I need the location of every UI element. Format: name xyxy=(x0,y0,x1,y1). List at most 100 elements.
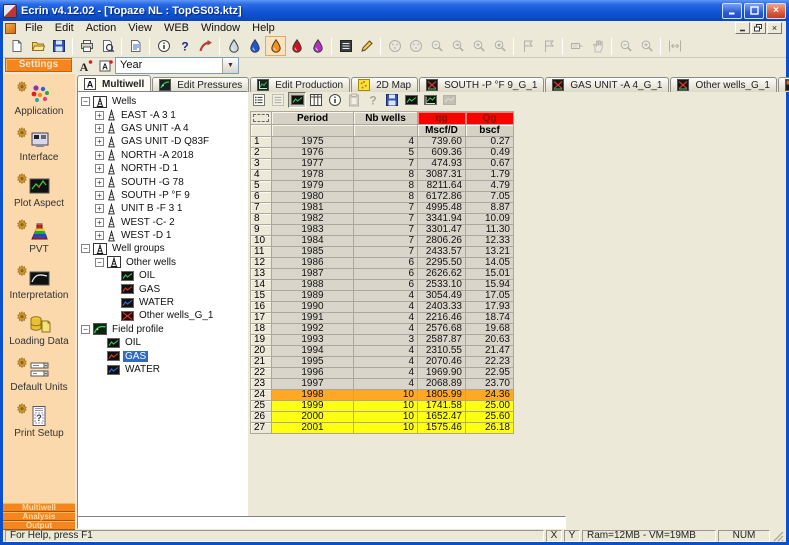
qg-cell[interactable]: 4995.48 xyxy=(418,203,466,214)
nb-wells-cell[interactable]: 10 xyxy=(354,412,418,423)
font-scale-icon[interactable]: A xyxy=(78,58,94,74)
row-number-cell[interactable]: 23 xyxy=(251,379,272,390)
row-number-cell[interactable]: 5 xyxy=(251,181,272,192)
row-number-cell[interactable]: 17 xyxy=(251,313,272,324)
Qg-cell[interactable]: 20.63 xyxy=(466,335,514,346)
nb-wells-cell[interactable]: 4 xyxy=(354,368,418,379)
nb-wells-cell[interactable]: 8 xyxy=(354,181,418,192)
qg-cell[interactable]: 2433.57 xyxy=(418,247,466,258)
menu-view[interactable]: View xyxy=(122,22,158,35)
nb-wells-cell[interactable]: 10 xyxy=(354,401,418,412)
tree-node-east-a-3-1[interactable]: +EAST -A 3 1 xyxy=(81,108,247,121)
maximize-button[interactable] xyxy=(744,3,764,19)
period-cell[interactable]: 1983 xyxy=(272,225,354,236)
sidebar-item-print-setup[interactable]: ?Print Setup xyxy=(3,405,75,451)
period-cell[interactable]: 1986 xyxy=(272,258,354,269)
expander-minus-icon[interactable]: − xyxy=(81,97,90,106)
module-purple-drop-icon[interactable] xyxy=(307,36,328,56)
tree-node-unit-b-f-3-1[interactable]: +UNIT B -F 3 1 xyxy=(81,202,247,215)
cumulative-plot-icon[interactable] xyxy=(421,92,439,108)
nb-wells-cell[interactable]: 8 xyxy=(354,170,418,181)
module-gray-drop-icon[interactable] xyxy=(223,36,244,56)
period-cell[interactable]: 1992 xyxy=(272,324,354,335)
column-header-Qg[interactable]: Qg xyxy=(466,112,514,125)
row-number-cell[interactable]: 2 xyxy=(251,148,272,159)
row-number-cell[interactable]: 13 xyxy=(251,269,272,280)
sidebar-item-pvt[interactable]: PVT xyxy=(3,221,75,267)
tree-node-west-d-1[interactable]: +WEST -D 1 xyxy=(81,229,247,242)
qg-cell[interactable]: 474.93 xyxy=(418,159,466,170)
help-icon[interactable]: ? xyxy=(174,36,195,56)
qg-cell[interactable]: 3341.94 xyxy=(418,214,466,225)
qg-cell[interactable]: 2806.26 xyxy=(418,236,466,247)
nb-wells-cell[interactable]: 7 xyxy=(354,225,418,236)
menu-web[interactable]: WEB xyxy=(158,22,195,35)
Qg-cell[interactable]: 17.05 xyxy=(466,291,514,302)
nb-wells-cell[interactable]: 10 xyxy=(354,423,418,434)
tree-node-other-wells-g-1[interactable]: Other wells_G_1 xyxy=(81,309,247,322)
print-preview-icon[interactable] xyxy=(97,36,118,56)
tab-multiwell[interactable]: AMultiwell xyxy=(77,75,151,92)
sidebar-item-application[interactable]: Application xyxy=(3,83,75,129)
row-number-cell[interactable]: 3 xyxy=(251,159,272,170)
qg-cell[interactable]: 2310.55 xyxy=(418,346,466,357)
period-cell[interactable]: 1997 xyxy=(272,379,354,390)
row-number-cell[interactable]: 8 xyxy=(251,214,272,225)
analysis-button[interactable]: Analysis xyxy=(3,512,75,521)
minimize-button[interactable] xyxy=(722,3,742,19)
expander-plus-icon[interactable]: + xyxy=(95,191,104,200)
open-icon[interactable] xyxy=(27,36,48,56)
qg-cell[interactable]: 1805.99 xyxy=(418,390,466,401)
tab-gas-unit-a-4-g-1[interactable]: GAS UNIT -A 4_G_1 xyxy=(545,77,669,92)
Qg-cell[interactable]: 22.95 xyxy=(466,368,514,379)
menu-action[interactable]: Action xyxy=(80,22,123,35)
tree-node-south-p-f-9[interactable]: +SOUTH -P °F 9 xyxy=(81,189,247,202)
expander-plus-icon[interactable]: + xyxy=(95,204,104,213)
Qg-cell[interactable]: 1.79 xyxy=(466,170,514,181)
menu-file[interactable]: File xyxy=(19,22,49,35)
row-number-cell[interactable]: 22 xyxy=(251,368,272,379)
sidebar-item-interpretation[interactable]: Interpretation xyxy=(3,267,75,313)
rate-plot-icon[interactable] xyxy=(402,92,420,108)
expander-plus-icon[interactable]: + xyxy=(95,151,104,160)
Qg-cell[interactable]: 11.30 xyxy=(466,225,514,236)
qg-cell[interactable]: 2626.62 xyxy=(418,269,466,280)
row-number-cell[interactable]: 16 xyxy=(251,302,272,313)
sidebar-item-interface[interactable]: Interface xyxy=(3,129,75,175)
Qg-cell[interactable]: 18.74 xyxy=(466,313,514,324)
row-number-cell[interactable]: 1 xyxy=(251,137,272,148)
tab-south-p-f-9-g-1[interactable]: SOUTH -P °F 9_G_1 xyxy=(419,77,544,92)
Qg-cell[interactable]: 15.01 xyxy=(466,269,514,280)
info-icon[interactable] xyxy=(153,36,174,56)
mdi-minimize-icon[interactable] xyxy=(735,22,750,34)
qg-cell[interactable]: 1741.58 xyxy=(418,401,466,412)
tree-node-wells[interactable]: −Wells xyxy=(81,95,247,108)
nb-wells-cell[interactable]: 6 xyxy=(354,269,418,280)
tab-new[interactable]: xnew... xyxy=(778,77,789,92)
table-info-icon[interactable] xyxy=(326,92,344,108)
tree-node-gas[interactable]: GAS xyxy=(81,349,247,362)
Qg-cell[interactable]: 24.36 xyxy=(466,390,514,401)
row-number-cell[interactable]: 25 xyxy=(251,401,272,412)
report-icon[interactable] xyxy=(125,36,146,56)
row-number-cell[interactable]: 20 xyxy=(251,346,272,357)
Qg-cell[interactable]: 0.49 xyxy=(466,148,514,159)
new-icon[interactable] xyxy=(6,36,27,56)
expander-plus-icon[interactable]: + xyxy=(95,111,104,120)
tree-node-water[interactable]: WATER xyxy=(81,363,247,376)
qg-cell[interactable]: 609.36 xyxy=(418,148,466,159)
period-cell[interactable]: 1995 xyxy=(272,357,354,368)
sidebar-item-default-units[interactable]: Default Units xyxy=(3,359,75,405)
Qg-cell[interactable]: 17.93 xyxy=(466,302,514,313)
nb-wells-cell[interactable]: 4 xyxy=(354,313,418,324)
qg-cell[interactable]: 3087.31 xyxy=(418,170,466,181)
close-button[interactable]: × xyxy=(766,3,786,19)
menu-help[interactable]: Help xyxy=(246,22,281,35)
module-blue-drop-icon[interactable] xyxy=(244,36,265,56)
expander-plus-icon[interactable]: + xyxy=(95,218,104,227)
module-topaze-drop-icon[interactable] xyxy=(265,36,286,56)
nb-wells-cell[interactable]: 6 xyxy=(354,280,418,291)
grid-corner-cell[interactable] xyxy=(251,112,272,125)
Qg-cell[interactable]: 7.05 xyxy=(466,192,514,203)
qg-cell[interactable]: 2295.50 xyxy=(418,258,466,269)
